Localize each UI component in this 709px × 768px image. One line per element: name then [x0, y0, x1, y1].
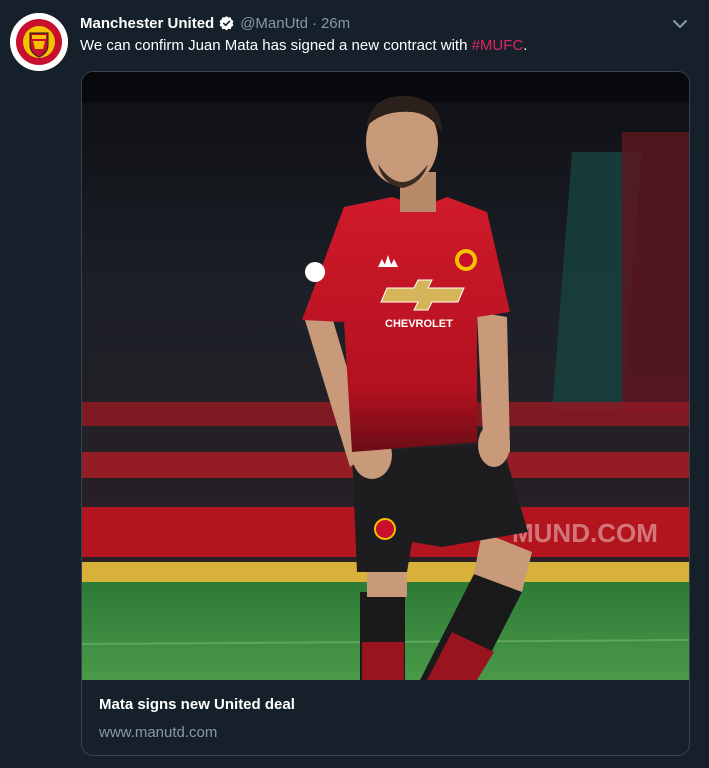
tweet[interactable]: Manchester United @ManUtd · 26m We can c… [0, 0, 709, 768]
timestamp[interactable]: 26m [321, 15, 350, 32]
club-crest-icon [10, 13, 68, 71]
verified-badge-icon [219, 15, 234, 30]
card-domain[interactable]: www.manutd.com [99, 724, 217, 741]
tweet-text: We can confirm Juan Mata has signed a ne… [80, 37, 527, 54]
chevron-down-icon[interactable] [670, 14, 690, 34]
separator: · [311, 14, 317, 32]
avatar[interactable] [10, 13, 68, 71]
tweet-text-end: . [523, 37, 528, 54]
author-handle[interactable]: @ManUtd [240, 15, 308, 32]
author-name[interactable]: Manchester United [80, 15, 214, 32]
board-text: MUND.COM [512, 518, 658, 548]
tweet-text-body: We can confirm Juan Mata has signed a ne… [80, 37, 472, 54]
hashtag-link[interactable]: #MUFC [472, 37, 524, 54]
tweet-header: Manchester United @ManUtd · 26m [80, 13, 350, 33]
shirt-sponsor: CHEVROLET [385, 318, 453, 330]
card-title[interactable]: Mata signs new United deal [99, 696, 295, 713]
link-card[interactable]: MUND.COM CHEVROLET Mata signs new United… [81, 71, 690, 756]
card-image[interactable]: MUND.COM CHEVROLET [82, 72, 689, 680]
